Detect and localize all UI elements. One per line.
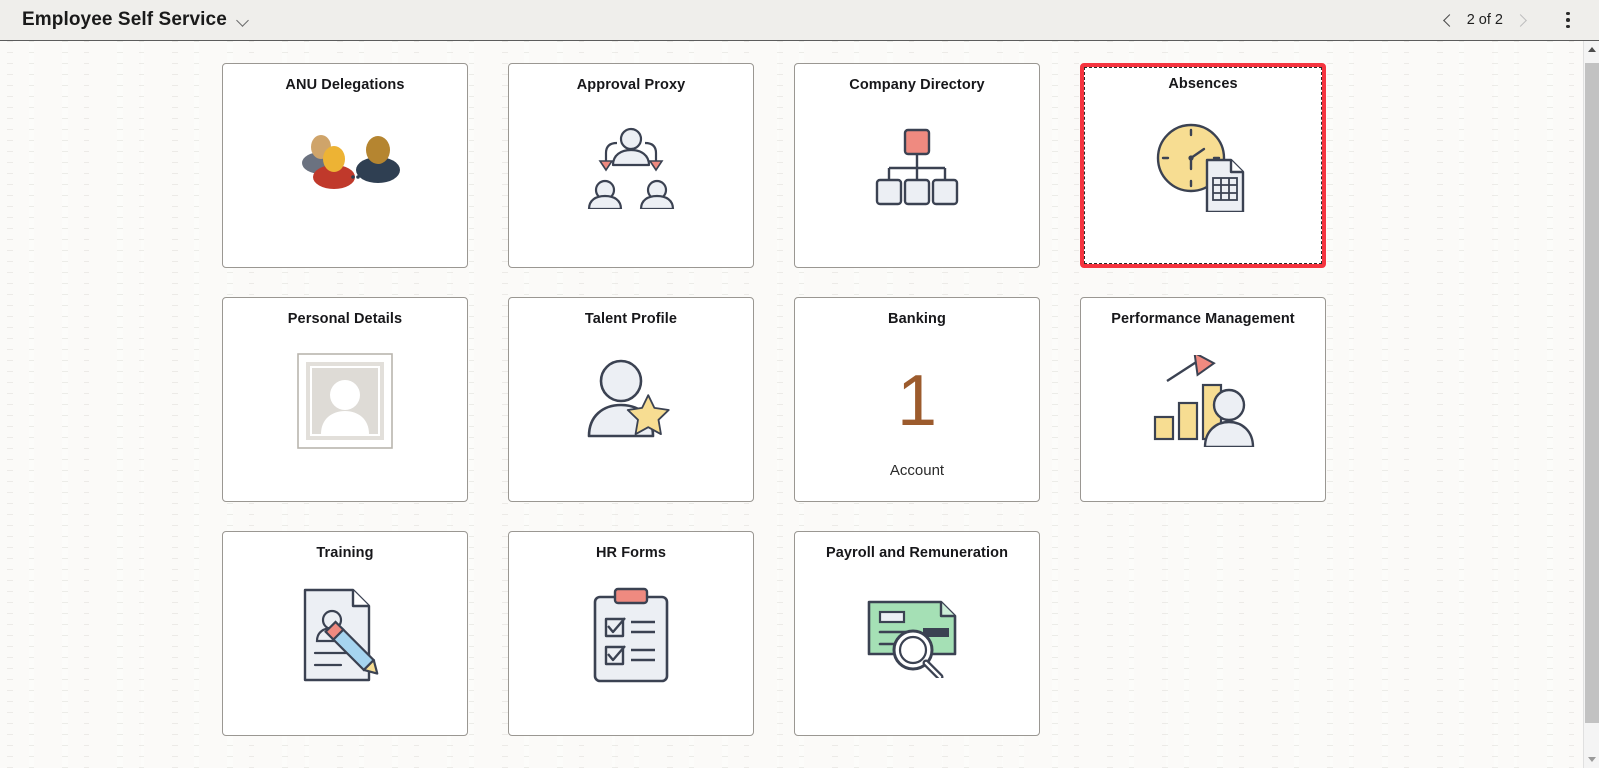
chevron-down-icon[interactable] [237, 16, 250, 24]
framed-portrait-icon [223, 336, 467, 466]
account-count: 1 [896, 361, 938, 441]
tile-performance-management[interactable]: Performance Management [1080, 297, 1326, 502]
document-pencil-icon [223, 570, 467, 700]
pager-label: 2 of 2 [1466, 12, 1503, 28]
chevron-right-icon[interactable] [1509, 5, 1535, 35]
tile-title: Approval Proxy [576, 77, 686, 93]
tile-title: Talent Profile [584, 311, 678, 327]
tile-title: Performance Management [1111, 311, 1295, 327]
tile-title: Absences [1168, 76, 1238, 92]
tile-grid: ANU Delegations Approval Proxy Company D… [0, 41, 1583, 768]
tile-title: Payroll and Remuneration [825, 545, 1009, 561]
org-chart-icon [795, 102, 1039, 232]
person-star-icon [509, 336, 753, 466]
clipboard-checklist-icon [509, 570, 753, 700]
tile-company-directory[interactable]: Company Directory [794, 63, 1040, 268]
account-count-label: Account [889, 462, 945, 479]
scrollbar-thumb[interactable] [1585, 63, 1599, 723]
header-actions: 2 of 2 [1435, 3, 1599, 37]
tile-title: HR Forms [595, 545, 667, 561]
cheque-magnifier-icon [795, 570, 1039, 700]
tile-anu-delegations[interactable]: ANU Delegations [222, 63, 468, 268]
vertical-scrollbar[interactable] [1583, 41, 1599, 768]
app-header: Employee Self Service 2 of 2 [0, 0, 1599, 41]
tile-approval-proxy[interactable]: Approval Proxy [508, 63, 754, 268]
page-pager: 2 of 2 [1435, 5, 1535, 35]
tile-banking[interactable]: Banking 1 Account [794, 297, 1040, 502]
tile-row: ANU Delegations Approval Proxy Company D… [222, 63, 1583, 268]
tile-title: ANU Delegations [285, 77, 405, 93]
tile-hr-forms[interactable]: HR Forms [508, 531, 754, 736]
bar-chart-person-icon [1081, 336, 1325, 466]
tile-personal-details[interactable]: Personal Details [222, 297, 468, 502]
homepage-selector[interactable]: Employee Self Service [22, 9, 250, 31]
page-title: Employee Self Service [22, 9, 227, 30]
tile-talent-profile[interactable]: Talent Profile [508, 297, 754, 502]
scroll-up-arrow-icon[interactable] [1584, 41, 1599, 58]
tile-absences[interactable]: Absences [1080, 63, 1326, 268]
org-approval-arrows-icon [509, 102, 753, 232]
tile-training[interactable]: Training [222, 531, 468, 736]
chevron-left-icon[interactable] [1435, 5, 1461, 35]
clock-document-icon [1080, 101, 1326, 231]
tile-title: Banking [888, 311, 946, 327]
tile-title: Personal Details [287, 311, 403, 327]
scroll-down-arrow-icon[interactable] [1584, 751, 1599, 768]
tile-title: Training [316, 545, 374, 561]
tile-title: Company Directory [849, 77, 985, 93]
tile-payroll-and-remuneration[interactable]: Payroll and Remuneration [794, 531, 1040, 736]
banking-count: 1 [795, 336, 1039, 466]
people-group-delegation-icon [223, 102, 467, 232]
kebab-menu-icon[interactable] [1551, 3, 1585, 37]
tile-row: Training HR Forms Payroll and Remunerati… [222, 531, 1583, 736]
tile-row: Personal Details Talent Profile Banking … [222, 297, 1583, 502]
